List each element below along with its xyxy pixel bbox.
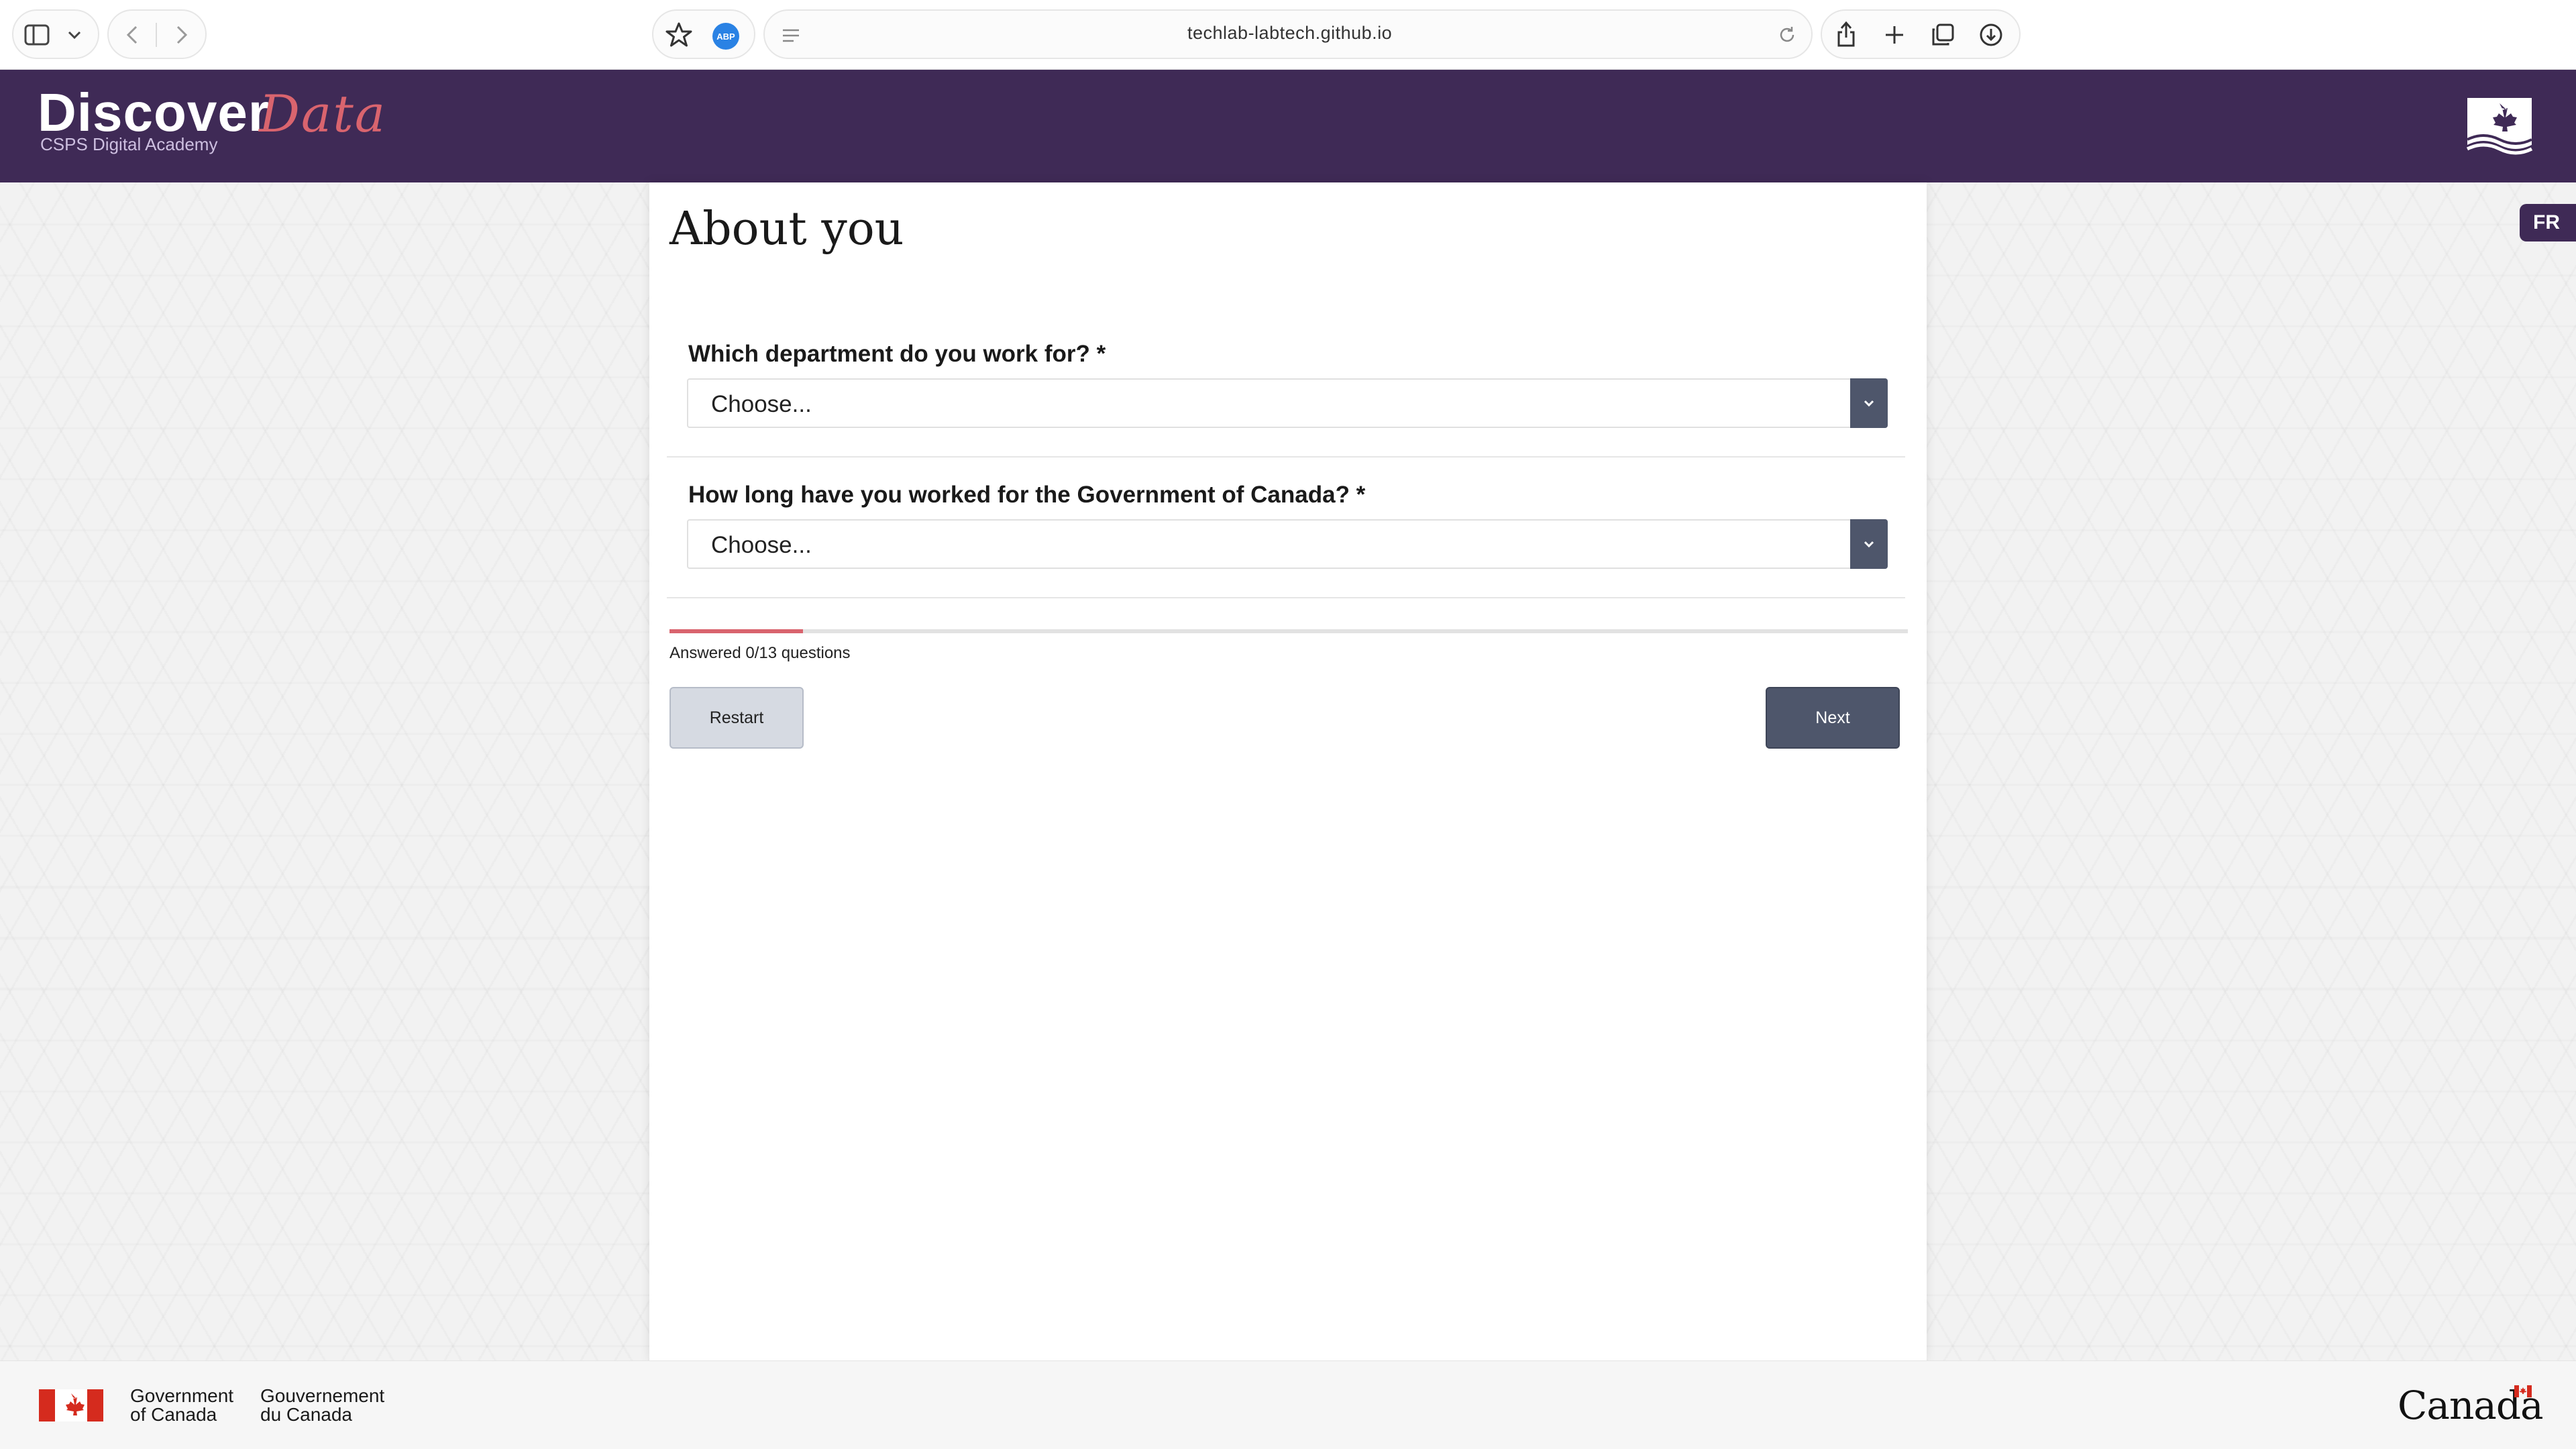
plus-icon[interactable]	[1881, 21, 1908, 48]
gov-fr-line2: du Canada	[260, 1404, 353, 1425]
select-value: Choose...	[711, 391, 812, 417]
site-footer: Government of Canada Gouvernement du Can…	[0, 1360, 2576, 1449]
site-header: Discover Data CSPS Digital Academy	[0, 70, 2576, 182]
gov-fr-line1: Gouvernement	[260, 1385, 385, 1406]
forward-icon[interactable]	[170, 21, 193, 48]
government-of-canada-en: Government of Canada	[130, 1387, 233, 1424]
progress-text: Answered 0/13 questions	[669, 644, 851, 662]
download-icon[interactable]	[1978, 21, 2004, 48]
back-icon[interactable]	[121, 21, 144, 48]
question-label: Which department do you work for? *	[688, 341, 1106, 367]
reload-icon[interactable]	[1775, 23, 1799, 47]
maple-leaf-emblem-icon	[2466, 98, 2533, 155]
url-text: techlab-labtech.github.io	[1187, 23, 1393, 43]
chevron-down-icon[interactable]	[1850, 519, 1888, 569]
logo-discover-text[interactable]: Discover	[38, 86, 270, 140]
question-years-of-service: How long have you worked for the Governm…	[667, 471, 1905, 598]
adblock-extension-icon[interactable]: ABP	[712, 23, 739, 50]
survey-card: About you Which department do you work f…	[649, 182, 1927, 1360]
tabs-icon[interactable]	[1929, 21, 1956, 48]
language-toggle-button[interactable]: FR	[2520, 204, 2576, 241]
years-of-service-select[interactable]: Choose...	[687, 519, 1888, 569]
share-icon[interactable]	[1833, 19, 1860, 50]
progress-bar-fill	[669, 629, 804, 633]
page-title: About you	[669, 203, 904, 256]
government-of-canada-fr: Gouvernement du Canada	[260, 1387, 384, 1424]
gov-en-line1: Government	[130, 1385, 234, 1406]
wordmark-flag-icon	[2514, 1385, 2532, 1397]
sidebar-icon[interactable]	[23, 21, 51, 48]
browser-toolbar: ABP techlab-labtech.github.io	[0, 0, 2576, 70]
logo-data-text[interactable]: Data	[259, 89, 386, 140]
logo-subtitle: CSPS Digital Academy	[40, 134, 218, 154]
chevron-down-icon[interactable]	[64, 24, 85, 46]
department-select[interactable]: Choose...	[687, 378, 1888, 428]
divider	[156, 23, 157, 47]
question-department: Which department do you work for? * Choo…	[667, 330, 1905, 458]
star-icon[interactable]	[664, 20, 694, 50]
next-button[interactable]: Next	[1766, 687, 1900, 749]
canada-flag-icon	[39, 1389, 103, 1421]
restart-button[interactable]: Restart	[669, 687, 804, 749]
reader-icon[interactable]	[780, 25, 802, 46]
question-label: How long have you worked for the Governm…	[688, 482, 1366, 508]
gov-en-line2: of Canada	[130, 1404, 217, 1425]
progress-bar	[669, 629, 1908, 633]
chevron-down-icon[interactable]	[1850, 378, 1888, 428]
select-value: Choose...	[711, 532, 812, 558]
